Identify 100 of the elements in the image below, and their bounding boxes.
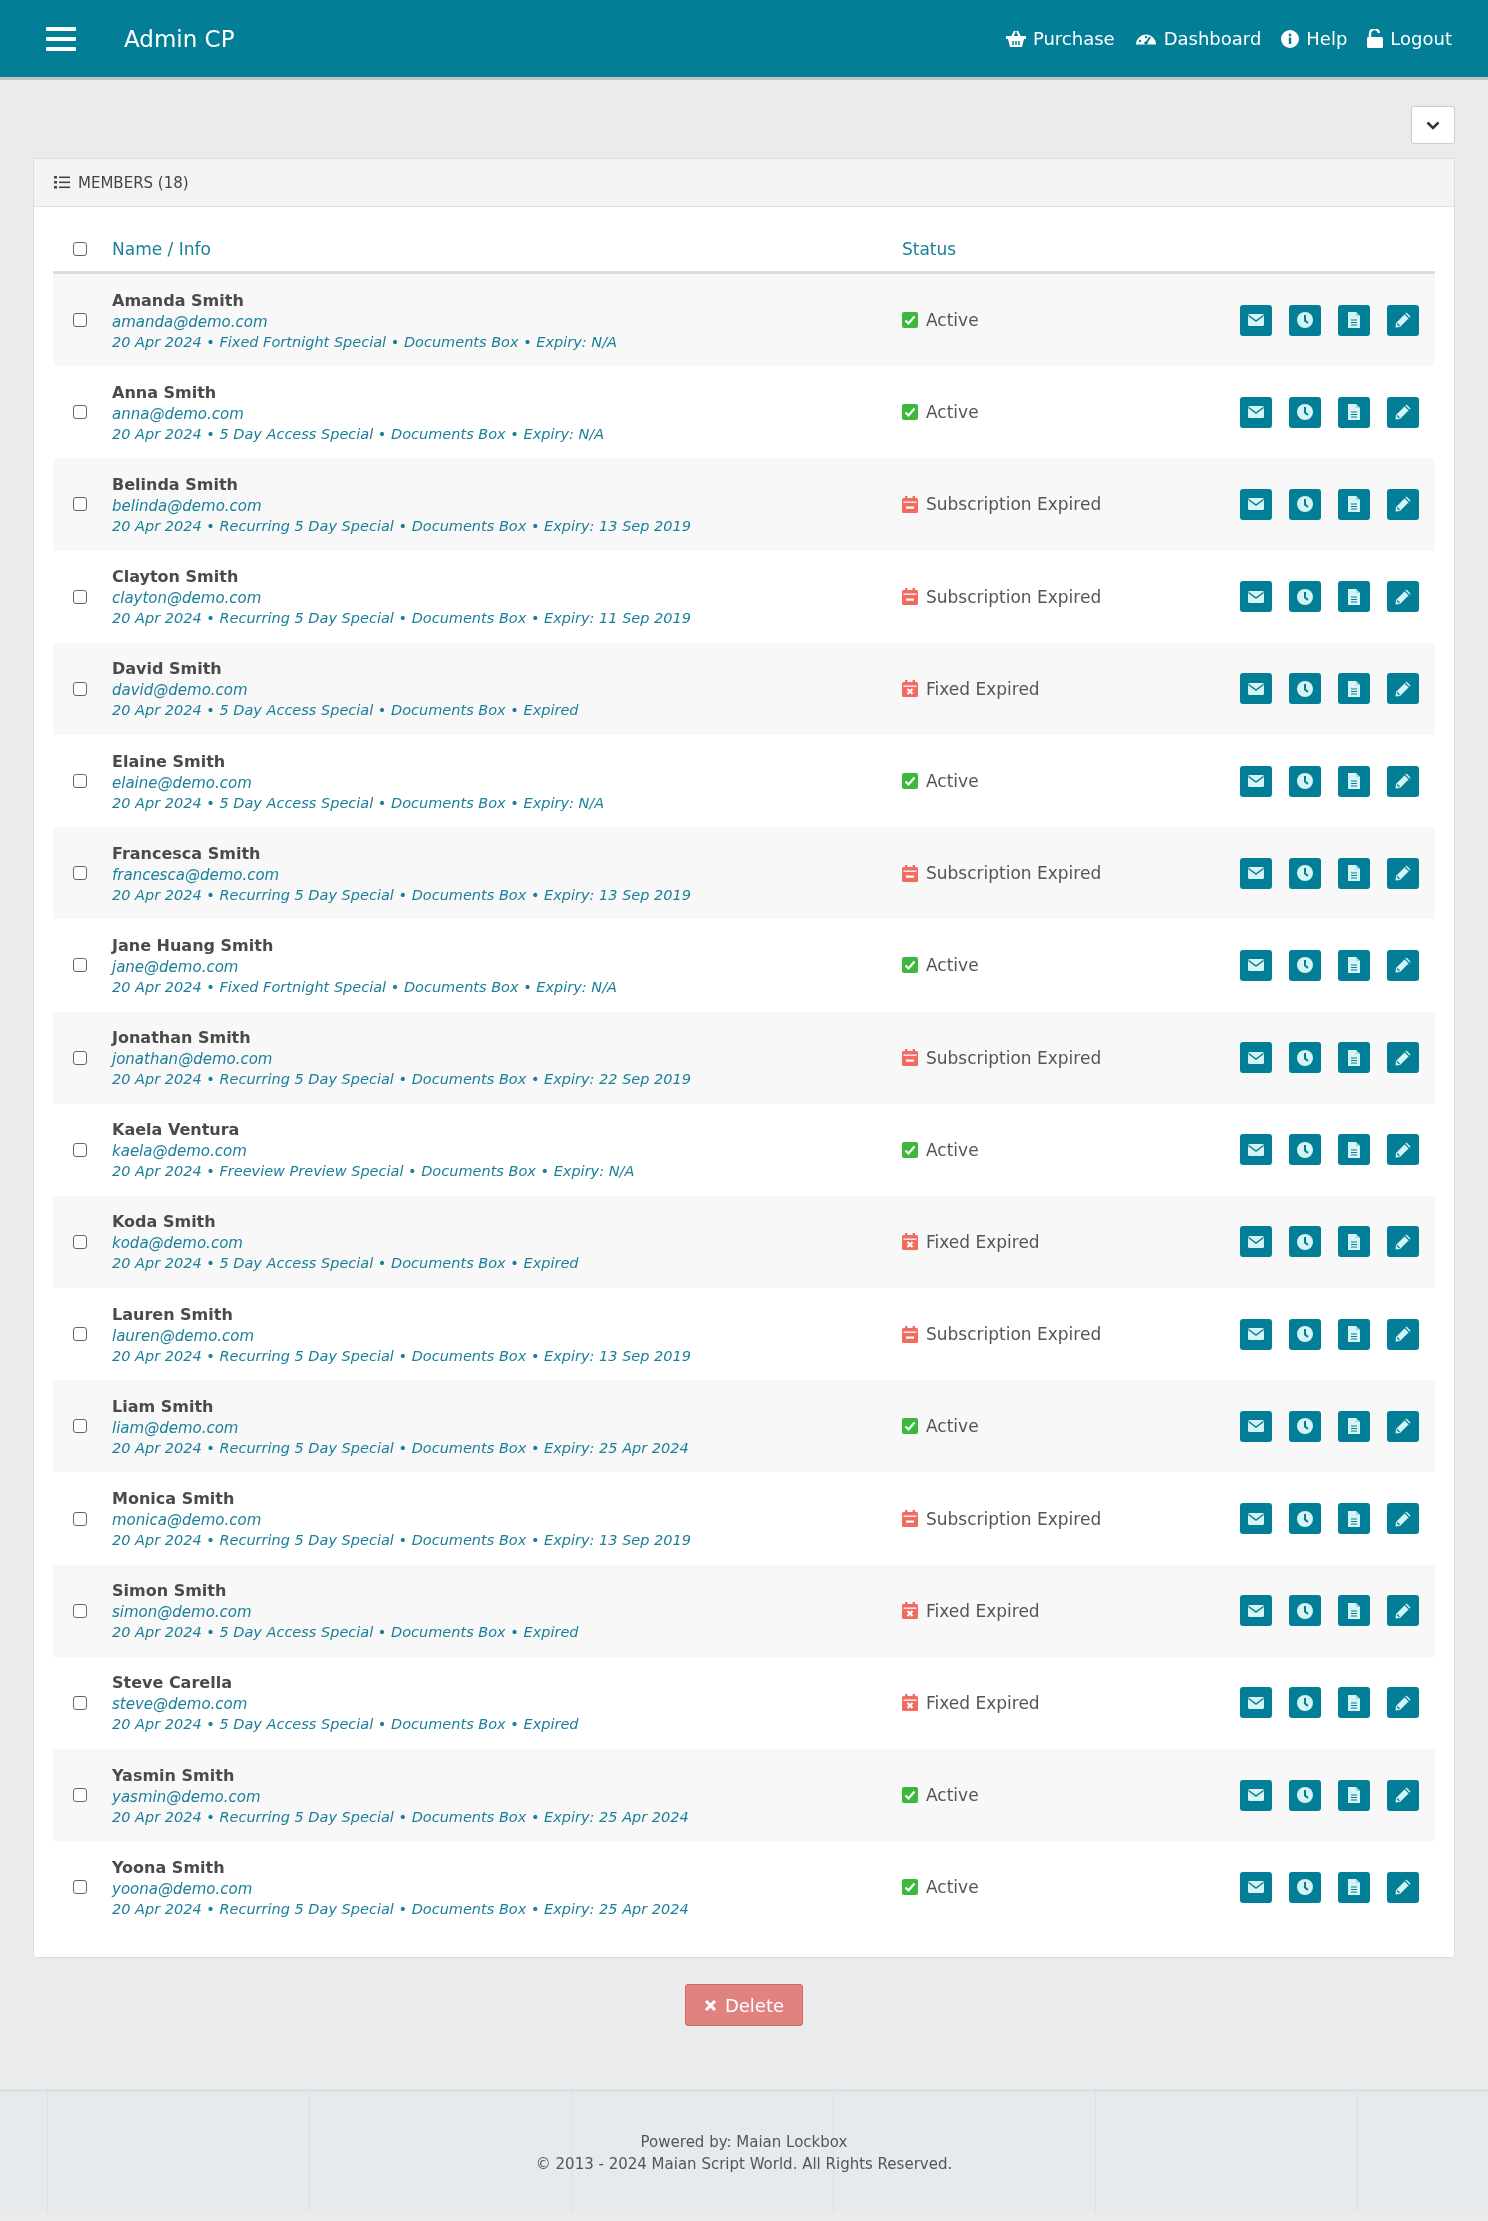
history-button[interactable] [1289,396,1321,428]
edit-button[interactable] [1387,1226,1419,1258]
email-button[interactable] [1240,304,1272,336]
member-email[interactable]: anna@demo.com [112,404,902,423]
nav-link[interactable]: Purchase [1005,28,1115,49]
document-button[interactable] [1338,1226,1370,1258]
history-button[interactable] [1289,304,1321,336]
row-checkbox[interactable] [73,1234,87,1249]
history-button[interactable] [1289,1410,1321,1442]
email-button[interactable] [1240,857,1272,889]
history-button[interactable] [1289,1042,1321,1074]
document-button[interactable] [1338,1595,1370,1627]
row-checkbox[interactable] [73,313,87,328]
member-email[interactable]: yasmin@demo.com [112,1787,902,1806]
nav-link[interactable]: Logout [1367,28,1452,49]
row-checkbox[interactable] [73,958,87,973]
member-email[interactable]: jane@demo.com [112,957,902,976]
member-email[interactable]: elaine@demo.com [112,773,902,792]
history-button[interactable] [1289,1134,1321,1166]
edit-button[interactable] [1387,396,1419,428]
email-button[interactable] [1240,1871,1272,1903]
edit-button[interactable] [1387,304,1419,336]
email-button[interactable] [1240,1503,1272,1535]
document-button[interactable] [1338,857,1370,889]
member-email[interactable]: amanda@demo.com [112,312,902,331]
document-button[interactable] [1338,396,1370,428]
history-button[interactable] [1289,949,1321,981]
document-button[interactable] [1338,488,1370,520]
document-button[interactable] [1338,1410,1370,1442]
document-button[interactable] [1338,1871,1370,1903]
email-button[interactable] [1240,673,1272,705]
history-button[interactable] [1289,1779,1321,1811]
row-checkbox[interactable] [73,1050,87,1065]
edit-button[interactable] [1387,949,1419,981]
row-checkbox[interactable] [73,1419,87,1434]
history-button[interactable] [1289,1595,1321,1627]
document-button[interactable] [1338,949,1370,981]
email-button[interactable] [1240,1042,1272,1074]
row-checkbox[interactable] [73,589,87,604]
row-checkbox[interactable] [73,1327,87,1342]
row-checkbox[interactable] [73,1695,87,1710]
email-button[interactable] [1240,1687,1272,1719]
document-button[interactable] [1338,1042,1370,1074]
history-button[interactable] [1289,488,1321,520]
edit-button[interactable] [1387,1503,1419,1535]
row-checkbox[interactable] [73,405,87,420]
history-button[interactable] [1289,1503,1321,1535]
document-button[interactable] [1338,304,1370,336]
row-checkbox[interactable] [73,1788,87,1803]
member-email[interactable]: lauren@demo.com [112,1326,902,1345]
email-button[interactable] [1240,1134,1272,1166]
edit-button[interactable] [1387,1871,1419,1903]
select-all-checkbox[interactable] [73,242,87,256]
member-email[interactable]: koda@demo.com [112,1234,902,1253]
menu-icon[interactable] [46,26,76,51]
history-button[interactable] [1289,1226,1321,1258]
history-button[interactable] [1289,1318,1321,1350]
column-header[interactable]: Name / Info [112,239,902,259]
history-button[interactable] [1289,1687,1321,1719]
nav-link[interactable]: Dashboard [1134,28,1262,49]
edit-button[interactable] [1387,765,1419,797]
member-email[interactable]: liam@demo.com [112,1418,902,1437]
edit-button[interactable] [1387,1410,1419,1442]
document-button[interactable] [1338,1318,1370,1350]
email-button[interactable] [1240,1410,1272,1442]
document-button[interactable] [1338,1779,1370,1811]
member-email[interactable]: yoona@demo.com [112,1879,902,1898]
nav-link[interactable]: Help [1281,28,1348,49]
email-button[interactable] [1240,1318,1272,1350]
member-email[interactable]: david@demo.com [112,681,902,700]
document-button[interactable] [1338,581,1370,613]
email-button[interactable] [1240,1226,1272,1258]
row-checkbox[interactable] [73,681,87,696]
email-button[interactable] [1240,1595,1272,1627]
edit-button[interactable] [1387,488,1419,520]
edit-button[interactable] [1387,1595,1419,1627]
edit-button[interactable] [1387,581,1419,613]
member-email[interactable]: steve@demo.com [112,1695,902,1714]
column-header[interactable]: Status [902,239,957,259]
edit-button[interactable] [1387,673,1419,705]
history-button[interactable] [1289,765,1321,797]
member-email[interactable]: clayton@demo.com [112,589,902,608]
document-button[interactable] [1338,765,1370,797]
email-button[interactable] [1240,396,1272,428]
row-checkbox[interactable] [73,497,87,512]
history-button[interactable] [1289,673,1321,705]
edit-button[interactable] [1387,1687,1419,1719]
edit-button[interactable] [1387,1779,1419,1811]
document-button[interactable] [1338,1134,1370,1166]
history-button[interactable] [1289,581,1321,613]
email-button[interactable] [1240,765,1272,797]
member-email[interactable]: jonathan@demo.com [112,1050,902,1069]
row-checkbox[interactable] [73,1142,87,1157]
document-button[interactable] [1338,1503,1370,1535]
member-email[interactable]: monica@demo.com [112,1511,902,1530]
member-email[interactable]: kaela@demo.com [112,1142,902,1161]
delete-button[interactable]: Delete [684,1984,804,2027]
document-button[interactable] [1338,1687,1370,1719]
edit-button[interactable] [1387,1042,1419,1074]
row-checkbox[interactable] [73,1603,87,1618]
